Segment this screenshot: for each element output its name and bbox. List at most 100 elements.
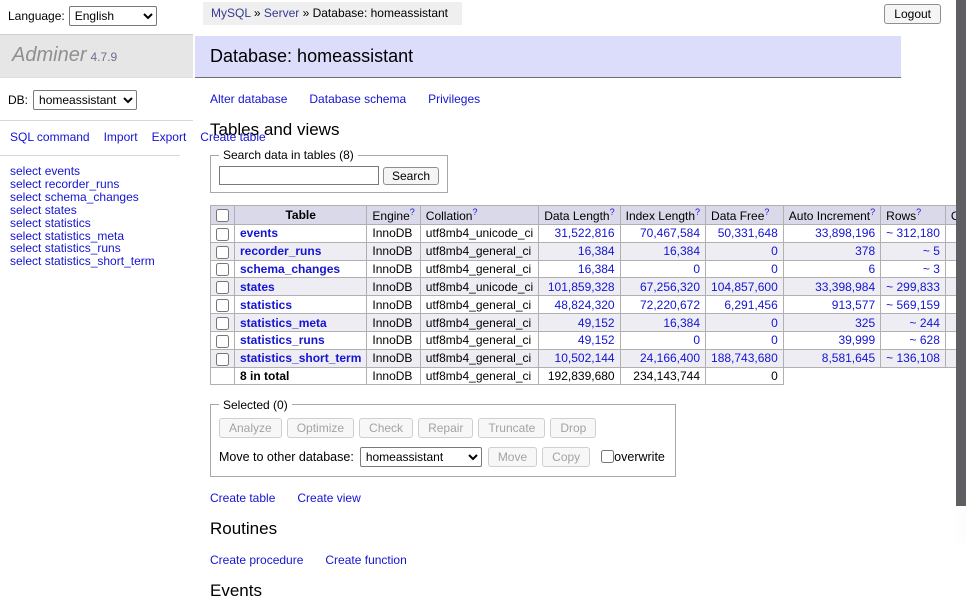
repair-button[interactable]: Repair — [418, 418, 473, 438]
breadcrumb-link-server[interactable]: Server — [264, 6, 299, 20]
index-length-cell: 72,220,672 — [620, 296, 705, 314]
nav-link-alter-database[interactable]: Alter database — [210, 92, 287, 106]
column-header-data-free: Data Free? — [706, 206, 784, 225]
total-label-cell: 8 in total — [235, 367, 367, 384]
overwrite-checkbox[interactable] — [601, 450, 614, 463]
sidebar-table-link-schema_changes[interactable]: schema_changes — [45, 190, 139, 204]
data-length-cell: 10,502,144 — [539, 349, 620, 367]
help-icon[interactable]: ? — [916, 207, 921, 217]
db-selector-row: DB:homeassistant — [0, 78, 193, 121]
nav-link-database-schema[interactable]: Database schema — [309, 92, 406, 106]
table-link-schema_changes[interactable]: schema_changes — [240, 262, 340, 276]
table-link-events[interactable]: events — [240, 226, 278, 240]
row-checkbox-events[interactable] — [216, 228, 229, 241]
data-free-cell: 0 — [706, 331, 784, 349]
row-checkbox-schema_changes[interactable] — [216, 263, 229, 276]
help-icon[interactable]: ? — [410, 207, 415, 217]
sidebar-select-link-recorder_runs[interactable]: select — [10, 177, 41, 191]
sidebar: Language:English Adminer4.7.9 DB:homeass… — [0, 0, 193, 276]
logout-button[interactable]: Logout — [884, 4, 941, 24]
move-db-select[interactable]: homeassistant — [360, 447, 482, 467]
total-collation-cell: utf8mb4_general_ci — [420, 367, 538, 384]
row-checkbox-states[interactable] — [216, 281, 229, 294]
sidebar-table-link-recorder_runs[interactable]: recorder_runs — [45, 177, 120, 191]
drop-button[interactable]: Drop — [550, 418, 596, 438]
row-checkbox-cell — [211, 314, 235, 332]
scrollbar[interactable] — [956, 0, 966, 543]
help-icon[interactable]: ? — [610, 207, 615, 217]
sidebar-select-link-events[interactable]: select — [10, 164, 41, 178]
data-length-cell: 48,824,320 — [539, 296, 620, 314]
create-view-link[interactable]: Create view — [297, 491, 360, 505]
select-all-checkbox[interactable] — [216, 209, 229, 222]
optimize-button[interactable]: Optimize — [287, 418, 354, 438]
rows-cell: ~ 5 — [881, 242, 946, 260]
create-function-link[interactable]: Create function — [325, 553, 406, 567]
sidebar-select-link-states[interactable]: select — [10, 203, 41, 217]
sidebar-select-link-statistics_meta[interactable]: select — [10, 229, 41, 243]
truncate-button[interactable]: Truncate — [478, 418, 545, 438]
routines-section-title: Routines — [210, 519, 966, 539]
index-length-cell: 16,384 — [620, 242, 705, 260]
sidebar-select-link-statistics_runs[interactable]: select — [10, 241, 41, 255]
sidebar-select-link-schema_changes[interactable]: select — [10, 190, 41, 204]
db-select[interactable]: homeassistant — [33, 90, 137, 110]
table-link-recorder_runs[interactable]: recorder_runs — [240, 244, 321, 258]
selected-action-buttons: AnalyzeOptimizeCheckRepairTruncateDrop — [219, 418, 665, 438]
sidebar-table-link-statistics_runs[interactable]: statistics_runs — [45, 241, 121, 255]
sidebar-action-import[interactable]: Import — [104, 130, 138, 144]
help-icon[interactable]: ? — [870, 207, 875, 217]
help-icon[interactable]: ? — [695, 207, 700, 217]
row-checkbox-recorder_runs[interactable] — [216, 246, 229, 259]
sidebar-table-link-statistics_meta[interactable]: statistics_meta — [45, 229, 124, 243]
sidebar-action-sql-command[interactable]: SQL command — [10, 130, 90, 144]
create-procedure-link[interactable]: Create procedure — [210, 553, 303, 567]
auto-increment-cell: 39,999 — [783, 331, 880, 349]
column-header-label: Rows — [886, 209, 916, 223]
collation-cell: utf8mb4_general_ci — [420, 260, 538, 278]
data-length-cell: 101,859,328 — [539, 278, 620, 296]
table-link-statistics_meta[interactable]: statistics_meta — [240, 316, 327, 330]
tables-section-title: Tables and views — [210, 120, 966, 140]
analyze-button[interactable]: Analyze — [219, 418, 282, 438]
sidebar-table-link-statistics_short_term[interactable]: statistics_short_term — [45, 254, 155, 268]
row-checkbox-statistics[interactable] — [216, 299, 229, 312]
help-icon[interactable]: ? — [764, 207, 769, 217]
sidebar-select-link-statistics_short_term[interactable]: select — [10, 254, 41, 268]
row-checkbox-statistics_meta[interactable] — [216, 317, 229, 330]
search-input[interactable] — [219, 166, 379, 185]
selected-legend: Selected (0) — [219, 398, 292, 412]
help-icon[interactable]: ? — [472, 207, 477, 217]
sidebar-table-link-states[interactable]: states — [45, 203, 77, 217]
create-table-link[interactable]: Create table — [210, 491, 275, 505]
search-button[interactable]: Search — [383, 167, 439, 185]
rows-cell: ~ 244 — [881, 314, 946, 332]
row-checkbox-statistics_short_term[interactable] — [216, 353, 229, 366]
scrollbar-thumb[interactable] — [956, 0, 966, 506]
breadcrumb-link-mysql[interactable]: MySQL — [211, 6, 251, 20]
sidebar-select-link-statistics[interactable]: select — [10, 216, 41, 230]
collation-cell: utf8mb4_unicode_ci — [420, 278, 538, 296]
table-row-schema_changes: schema_changesInnoDButf8mb4_general_ci16… — [211, 260, 966, 278]
app-version-link[interactable]: 4.7.9 — [90, 50, 117, 64]
check-button[interactable]: Check — [359, 418, 413, 438]
collation-cell: utf8mb4_general_ci — [420, 242, 538, 260]
sidebar-action-export[interactable]: Export — [152, 130, 187, 144]
language-select[interactable]: English — [69, 6, 157, 26]
column-header-auto-increment: Auto Increment? — [783, 206, 880, 225]
move-button[interactable]: Move — [488, 447, 537, 467]
search-legend: Search data in tables (8) — [219, 148, 358, 162]
auto-increment-cell: 8,581,645 — [783, 349, 880, 367]
sidebar-table-link-statistics[interactable]: statistics — [45, 216, 91, 230]
row-checkbox-statistics_runs[interactable] — [216, 335, 229, 348]
table-link-states[interactable]: states — [240, 280, 275, 294]
sidebar-table-link-events[interactable]: events — [45, 164, 80, 178]
table-link-statistics_short_term[interactable]: statistics_short_term — [240, 351, 361, 365]
table-link-statistics[interactable]: statistics — [240, 298, 292, 312]
nav-link-privileges[interactable]: Privileges — [428, 92, 480, 106]
data-free-cell: 0 — [706, 260, 784, 278]
copy-button[interactable]: Copy — [542, 447, 590, 467]
table-link-statistics_runs[interactable]: statistics_runs — [240, 333, 325, 347]
engine-cell: InnoDB — [367, 225, 420, 243]
collation-cell: utf8mb4_general_ci — [420, 331, 538, 349]
